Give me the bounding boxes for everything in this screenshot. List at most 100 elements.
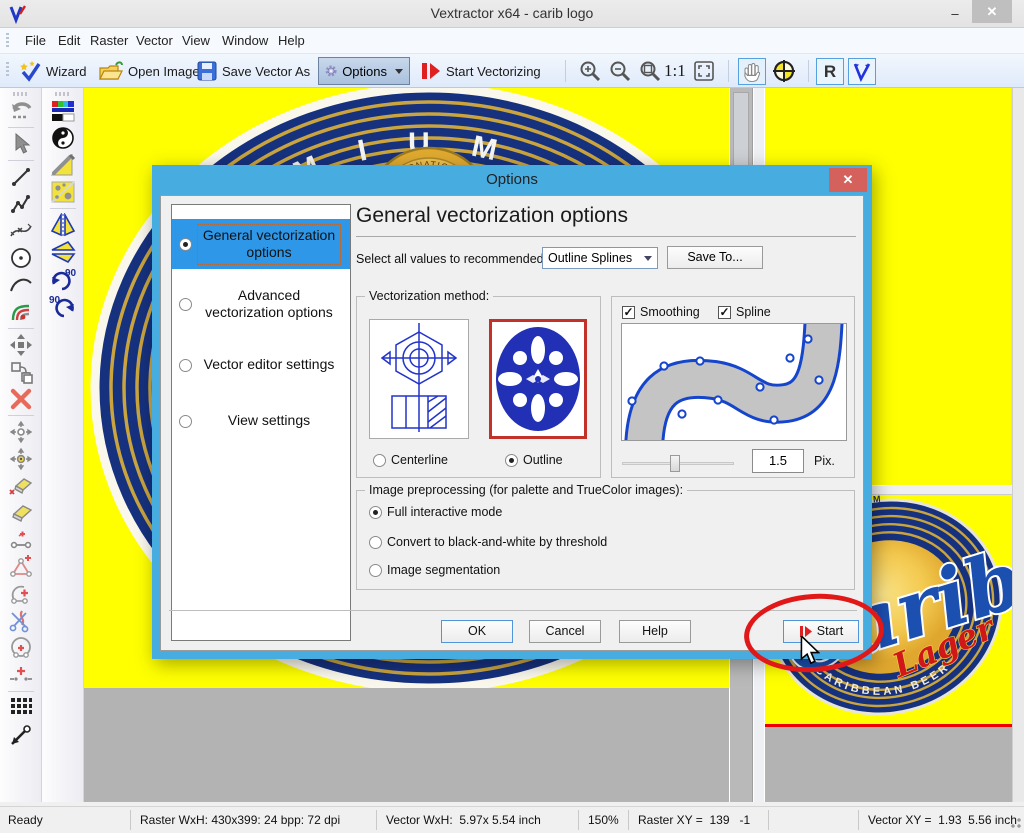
erase-object-icon[interactable] [6, 473, 36, 499]
full-interactive-radio[interactable] [369, 506, 382, 519]
flip-vertical-icon[interactable] [48, 212, 78, 238]
bw-threshold-radio[interactable] [369, 536, 382, 549]
pan-tool-button[interactable] [738, 58, 766, 85]
split-curve-icon[interactable] [6, 608, 36, 634]
centerline-radio[interactable] [373, 454, 386, 467]
wizard-button[interactable]: Wizard [18, 58, 86, 84]
line-tool-icon[interactable] [6, 164, 36, 190]
nav-view-settings[interactable]: View settings [172, 403, 350, 439]
polyline-tool-icon[interactable] [6, 191, 36, 217]
flip-horizontal-icon[interactable] [48, 239, 78, 265]
wizard-label: Wizard [46, 64, 86, 79]
segmentation-radio-row[interactable]: Image segmentation [369, 563, 500, 577]
menu-window[interactable]: Window [222, 33, 268, 48]
wizard-icon [18, 60, 42, 82]
radio-selected-icon[interactable] [179, 238, 192, 251]
spline-checkbox-row[interactable]: ✓ Spline [718, 305, 771, 319]
save-to-button[interactable]: Save To... [667, 246, 763, 269]
cancel-button[interactable]: Cancel [529, 620, 601, 643]
spline-checkbox[interactable]: ✓ [718, 306, 731, 319]
vectorization-method-group: Vectorization method: [356, 296, 601, 478]
segmentation-radio[interactable] [369, 564, 382, 577]
open-image-button[interactable]: Open Image [98, 58, 200, 84]
dialog-body: General vectorization options Advanced v… [160, 195, 864, 651]
menu-edit[interactable]: Edit [58, 33, 80, 48]
centerline-preview[interactable] [369, 319, 469, 439]
recommended-label: Select all values to recommended for: [356, 252, 565, 266]
method-legend: Vectorization method: [365, 289, 493, 303]
start-vectorizing-button[interactable]: Start Vectorizing [420, 58, 541, 84]
recommended-select[interactable]: Outline Splines [542, 247, 658, 269]
grid-icon[interactable] [6, 695, 36, 721]
select-tool-icon[interactable] [6, 131, 36, 157]
join-segments-icon[interactable] [6, 527, 36, 553]
resize-grip[interactable] [1008, 815, 1022, 829]
centerline-radio-row[interactable]: Centerline [373, 453, 448, 467]
vector-view-button[interactable] [848, 58, 876, 85]
fit-window-button[interactable] [692, 58, 716, 84]
smoothing-checkbox[interactable]: ✓ [622, 306, 635, 319]
arc-tool-icon[interactable] [6, 272, 36, 298]
undo-icon[interactable] [6, 98, 36, 124]
delete-object-icon[interactable] [6, 386, 36, 412]
target-icon [772, 59, 796, 83]
zoom-in-button[interactable] [578, 58, 602, 84]
smoothing-value-input[interactable]: 1.5 [752, 449, 804, 473]
smoothing-checkbox-row[interactable]: ✓ Smoothing [622, 305, 700, 319]
ok-button[interactable]: OK [441, 620, 513, 643]
add-point-icon[interactable] [6, 662, 36, 688]
curve-tool-icon[interactable] [6, 218, 36, 244]
outline-radio-row[interactable]: Outline [505, 453, 563, 467]
zoom-window-button[interactable] [638, 58, 662, 84]
save-vector-button[interactable]: Save Vector As [196, 58, 310, 84]
move-node-center-icon[interactable] [6, 446, 36, 472]
snap-point-icon[interactable] [6, 722, 36, 748]
despeckle-icon[interactable] [48, 152, 78, 178]
nav-general-vectorization[interactable]: General vectorization options [172, 219, 350, 269]
menubar: File Edit Raster Vector View Window Help [0, 28, 1024, 54]
trace-tool-icon[interactable] [6, 299, 36, 325]
move-node-icon[interactable] [6, 419, 36, 445]
dialog-close-button[interactable]: ✕ [829, 168, 867, 192]
nav-vector-editor[interactable]: Vector editor settings [172, 347, 350, 383]
minimize-button[interactable]: – [944, 6, 966, 21]
bw-threshold-radio-row[interactable]: Convert to black-and-white by threshold [369, 535, 607, 549]
add-circle-icon[interactable] [6, 635, 36, 661]
circle-tool-icon[interactable] [6, 245, 36, 271]
outline-radio[interactable] [505, 454, 518, 467]
add-vertex-icon[interactable] [6, 554, 36, 580]
menu-help[interactable]: Help [278, 33, 305, 48]
rotate-cw-icon[interactable]: 90 [48, 266, 78, 292]
full-interactive-radio-row[interactable]: Full interactive mode [369, 505, 502, 519]
options-nav-list: General vectorization options Advanced v… [171, 204, 351, 641]
move-tool-icon[interactable] [6, 332, 36, 358]
radio-icon[interactable] [179, 415, 192, 428]
close-button[interactable]: ✕ [972, 0, 1012, 23]
raster-view-button[interactable]: R [816, 58, 844, 85]
help-button[interactable]: Help [619, 620, 691, 643]
options-button[interactable]: Options [318, 57, 410, 85]
menu-raster[interactable]: Raster [90, 33, 128, 48]
slider-thumb[interactable] [670, 455, 680, 472]
pick-point-button[interactable] [772, 58, 796, 84]
nav-advanced-vectorization[interactable]: Advanced vectorization options [172, 279, 350, 329]
remove-dots-icon[interactable] [48, 179, 78, 205]
centerline-label: Centerline [391, 453, 448, 467]
options-dropdown-arrow[interactable] [395, 69, 403, 74]
menu-vector[interactable]: Vector [136, 33, 173, 48]
menu-file[interactable]: File [25, 33, 46, 48]
outline-preview[interactable] [489, 319, 587, 439]
zoom-actual-button[interactable]: 1:1 [664, 58, 686, 84]
zoom-out-button[interactable] [608, 58, 632, 84]
radio-icon[interactable] [179, 298, 192, 311]
menu-view[interactable]: View [182, 33, 210, 48]
rotate-ccw-icon[interactable]: 90 [48, 293, 78, 319]
invert-image-icon[interactable] [48, 125, 78, 151]
dialog-title: Options [152, 165, 872, 195]
palette-icon[interactable] [48, 98, 78, 124]
add-arc-icon[interactable] [6, 581, 36, 607]
radio-icon[interactable] [179, 359, 192, 372]
eraser-icon[interactable] [6, 500, 36, 526]
copy-object-icon[interactable] [6, 359, 36, 385]
smoothing-slider[interactable] [622, 455, 734, 471]
